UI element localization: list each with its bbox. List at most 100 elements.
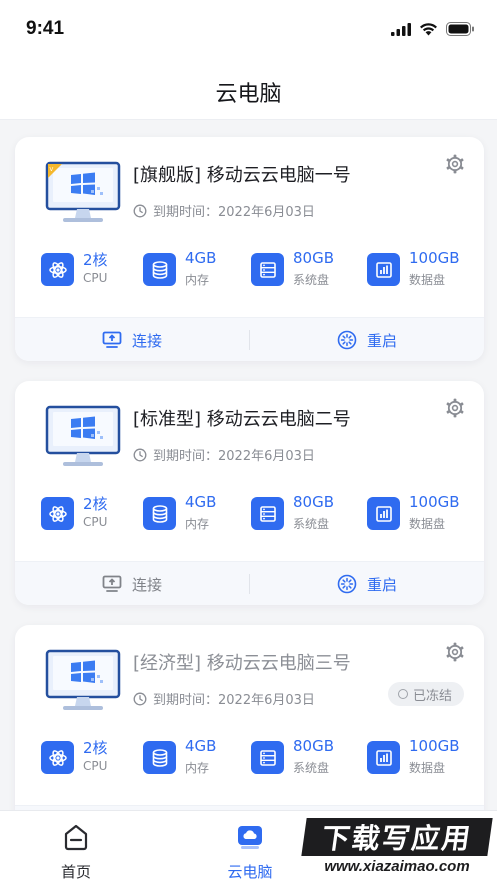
expire-date: 2022年6月03日 <box>218 693 315 708</box>
expire-date: 2022年6月03日 <box>218 205 315 220</box>
data-disk-icon <box>375 505 392 522</box>
expire-label: 到期时间： <box>153 449 219 464</box>
spec-icon-tile <box>143 741 176 774</box>
memory-icon <box>152 504 167 523</box>
spec-label: 内存 <box>185 517 210 531</box>
status-bar: 9:41 <box>0 0 497 58</box>
spec-value: 100GB <box>409 249 460 267</box>
spec-value: 2核 <box>83 739 108 757</box>
cloud-computer-list[interactable]: V [旗舰版] 移动云云电脑一号 到期时间： 2022年6月03日 2核 CPU 4GB 内存… <box>0 120 497 810</box>
cloud-computer-card[interactable]: [经济型] 移动云云电脑三号 到期时间： 2022年6月03日 已冻结 2核 CPU 4GB… <box>15 625 484 810</box>
spec-icon-tile <box>143 253 176 286</box>
tab-home-label: 首页 <box>60 863 91 881</box>
spec-value: 80GB <box>293 737 335 755</box>
status-icons <box>391 22 475 36</box>
system-disk-icon <box>259 261 276 278</box>
data-disk-icon <box>375 749 392 766</box>
spec-icon-tile <box>367 253 400 286</box>
memory-icon <box>152 260 167 279</box>
spec-icon-tile <box>41 253 74 286</box>
spec-icon-tile <box>143 497 176 530</box>
spec-label: 系统盘 <box>293 761 330 775</box>
card-actions: 连接 重启 <box>15 561 484 605</box>
cpu-icon <box>48 749 67 766</box>
spec-value: 4GB <box>185 249 217 267</box>
tab-cloud-computer[interactable]: 云电脑 <box>200 811 300 883</box>
card-actions: 连接 重启 <box>15 317 484 361</box>
home-icon <box>64 824 88 851</box>
card-header: [经济型] 移动云云电脑三号 到期时间： 2022年6月03日 已冻结 <box>15 625 484 745</box>
page-title: 云电脑 <box>215 82 282 107</box>
spec-value: 100GB <box>409 737 460 755</box>
remote-connect-icon <box>102 575 122 592</box>
spec-row: 2核 CPU 4GB 内存 80GB 系统盘 100GB 数据盘 <box>15 249 484 299</box>
restart-label: 重启 <box>366 575 397 594</box>
battery-icon <box>446 22 474 36</box>
spec-label: CPU <box>83 515 108 529</box>
spec-label: 内存 <box>185 273 210 287</box>
cloud-computer-card[interactable]: [标准型] 移动云云电脑二号 到期时间： 2022年6月03日 2核 CPU 4GB 内存 8… <box>15 381 484 605</box>
spec-label: 数据盘 <box>409 273 446 287</box>
tab-cloud-computer-label: 云电脑 <box>227 863 273 881</box>
expire-label: 到期时间： <box>153 693 219 708</box>
cloud-computer-card[interactable]: V [旗舰版] 移动云云电脑一号 到期时间： 2022年6月03日 2核 CPU 4GB 内存… <box>15 137 484 361</box>
cellular-signal-icon <box>391 22 411 36</box>
spec-value: 2核 <box>83 251 108 269</box>
connect-button[interactable]: 连接 <box>15 318 249 361</box>
frozen-icon <box>397 689 408 699</box>
status-time: 9:41 <box>26 18 65 39</box>
watermark-logo: 下载写应用 www.xiazaimao.com <box>298 816 497 883</box>
computer-illustration-icon: V <box>45 161 121 222</box>
computer-name: [经济型] 移动云云电脑三号 <box>133 653 351 674</box>
expire-label: 到期时间： <box>153 205 219 220</box>
tab-home[interactable]: 首页 <box>26 811 126 883</box>
spec-row: 2核 CPU 4GB 内存 80GB 系统盘 100GB 数据盘 <box>15 737 484 787</box>
settings-gear-icon[interactable] <box>444 641 466 663</box>
spec-label: CPU <box>83 271 108 285</box>
nav-bar: 云电脑 <box>0 58 497 120</box>
settings-gear-icon[interactable] <box>444 153 466 175</box>
spec-label: 数据盘 <box>409 761 446 775</box>
restart-button[interactable]: 重启 <box>250 318 484 361</box>
expire-row: 到期时间： 2022年6月03日 <box>133 689 315 708</box>
remote-connect-icon <box>102 331 122 348</box>
spec-value: 80GB <box>293 249 335 267</box>
spec-label: 数据盘 <box>409 517 446 531</box>
spec-icon-tile <box>251 741 284 774</box>
svg-text:V: V <box>50 167 54 173</box>
spec-label: 系统盘 <box>293 273 330 287</box>
wifi-icon <box>420 23 437 36</box>
system-disk-icon <box>259 505 276 522</box>
frozen-label: 已冻结 <box>412 688 452 704</box>
spec-icon-tile <box>41 741 74 774</box>
spec-value: 100GB <box>409 493 460 511</box>
system-disk-icon <box>259 749 276 766</box>
spec-icon-tile <box>251 253 284 286</box>
memory-icon <box>152 748 167 767</box>
connect-label: 连接 <box>131 575 162 594</box>
computer-name: [旗舰版] 移动云云电脑一号 <box>133 165 351 186</box>
card-header: V [旗舰版] 移动云云电脑一号 到期时间： 2022年6月03日 <box>15 137 484 257</box>
spec-value: 2核 <box>83 495 108 513</box>
spec-value: 80GB <box>293 493 335 511</box>
cpu-icon <box>48 505 67 522</box>
clock-icon <box>133 448 147 461</box>
frozen-status-badge: 已冻结 <box>387 682 464 706</box>
spec-icon-tile <box>251 497 284 530</box>
watermark-title: 下载写应用 <box>301 818 493 856</box>
restart-label: 重启 <box>366 331 397 350</box>
expire-row: 到期时间： 2022年6月03日 <box>133 201 315 220</box>
settings-gear-icon[interactable] <box>444 397 466 419</box>
restart-button[interactable]: 重启 <box>250 562 484 605</box>
cpu-icon <box>48 261 67 278</box>
cloud-computer-icon <box>238 826 262 849</box>
expire-date: 2022年6月03日 <box>218 449 315 464</box>
restart-icon <box>337 330 357 350</box>
spec-value: 4GB <box>185 737 217 755</box>
computer-name: [标准型] 移动云云电脑二号 <box>133 409 351 430</box>
clock-icon <box>133 204 147 217</box>
data-disk-icon <box>375 261 392 278</box>
computer-illustration-icon <box>45 405 121 466</box>
clock-icon <box>133 692 147 705</box>
connect-button[interactable]: 连接 <box>15 562 249 605</box>
